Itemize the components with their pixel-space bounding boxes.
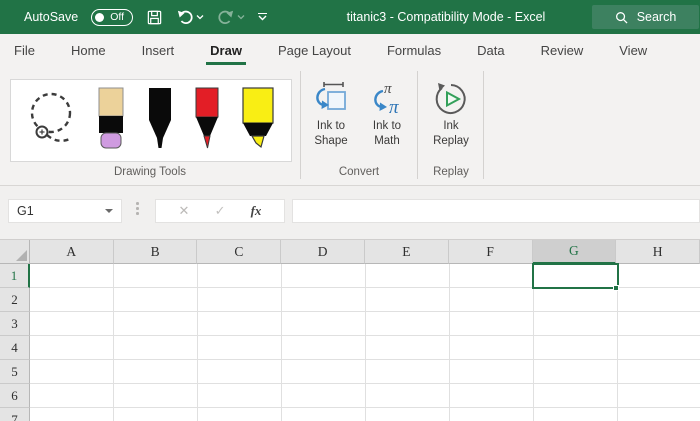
- group-label-drawing-tools: Drawing Tools: [113, 166, 186, 178]
- name-box-dropdown-icon[interactable]: [105, 209, 113, 213]
- ink-replay-icon: [432, 79, 470, 119]
- ribbon: Drawing Tools Ink to Shape π π Ink to Ma…: [0, 66, 700, 186]
- pen-black-icon[interactable]: [145, 84, 175, 158]
- tab-page-layout[interactable]: Page Layout: [278, 34, 351, 66]
- autosave-state: Off: [110, 11, 125, 23]
- pen-red-icon[interactable]: [192, 84, 222, 158]
- grid-row: 6: [0, 384, 700, 408]
- ink-to-shape-icon: [313, 79, 349, 119]
- autosave-toggle[interactable]: Off: [91, 8, 134, 26]
- name-box[interactable]: G1: [8, 199, 122, 223]
- tab-review[interactable]: Review: [541, 34, 584, 66]
- redo-button[interactable]: [217, 9, 245, 25]
- tab-file[interactable]: File: [14, 34, 35, 66]
- name-box-value: G1: [17, 204, 34, 218]
- row-header-4[interactable]: 4: [0, 336, 30, 360]
- column-header-d[interactable]: D: [281, 240, 365, 264]
- column-header-b[interactable]: B: [113, 240, 198, 264]
- worksheet-grid: A B C D E F G H 1 2 3 4 5 6 7: [0, 239, 700, 421]
- cancel-icon[interactable]: ✕: [179, 203, 190, 219]
- column-header-e[interactable]: E: [364, 240, 449, 264]
- tab-draw[interactable]: Draw: [206, 34, 246, 66]
- grid-row: 5: [0, 360, 700, 384]
- column-header-a[interactable]: A: [29, 240, 114, 264]
- save-icon[interactable]: [146, 9, 163, 26]
- select-all-triangle-icon: [15, 250, 27, 261]
- row-cells[interactable]: [30, 288, 700, 312]
- formula-bar: G1 ✕ ✓ fx: [0, 186, 700, 239]
- formula-bar-splitter[interactable]: [136, 202, 139, 215]
- group-label-convert: Convert: [338, 166, 380, 178]
- column-header-f[interactable]: F: [448, 240, 533, 264]
- row-cells[interactable]: [30, 312, 700, 336]
- row-cells[interactable]: [30, 360, 700, 384]
- tab-insert[interactable]: Insert: [142, 34, 175, 66]
- highlighter-yellow-icon[interactable]: [239, 84, 277, 158]
- ink-to-math-button[interactable]: π π Ink to Math: [361, 79, 413, 149]
- svg-text:π: π: [389, 97, 399, 118]
- search-box[interactable]: Search: [592, 5, 699, 29]
- grid-row: 2: [0, 288, 700, 312]
- undo-button[interactable]: [176, 9, 204, 25]
- search-label: Search: [636, 10, 677, 24]
- formula-buttons: ✕ ✓ fx: [155, 199, 285, 223]
- group-label-replay: Replay: [433, 166, 469, 178]
- tab-home[interactable]: Home: [71, 34, 106, 66]
- ribbon-tab-bar: File Home Insert Draw Page Layout Formul…: [0, 34, 700, 66]
- column-header-c[interactable]: C: [197, 240, 282, 264]
- selected-cell-g1[interactable]: [532, 263, 619, 289]
- window-title: titanic3 - Compatibility Mode - Excel: [346, 10, 546, 24]
- row-header-7[interactable]: 7: [0, 408, 30, 421]
- row-header-5[interactable]: 5: [0, 360, 30, 384]
- formula-input[interactable]: [292, 199, 700, 223]
- svg-text:π: π: [384, 81, 392, 97]
- eraser-icon[interactable]: [94, 84, 128, 158]
- drawing-tools-gallery: [10, 79, 292, 162]
- row-cells[interactable]: [30, 384, 700, 408]
- group-convert: Ink to Shape π π Ink to Math Convert: [301, 66, 417, 186]
- grid-row: 4: [0, 336, 700, 360]
- grid-row: 7: [0, 408, 700, 421]
- autosave-label: AutoSave: [24, 10, 79, 24]
- search-icon: [615, 11, 628, 24]
- tab-view[interactable]: View: [619, 34, 647, 66]
- row-cells[interactable]: [30, 408, 700, 421]
- column-header-g[interactable]: G: [532, 240, 617, 264]
- column-header-h[interactable]: H: [616, 240, 700, 264]
- ink-to-math-icon: π π: [369, 79, 405, 119]
- group-drawing-tools: Drawing Tools: [0, 66, 300, 186]
- group-replay: Ink Replay Replay: [418, 66, 484, 186]
- fill-handle[interactable]: [613, 285, 619, 291]
- insert-function-icon[interactable]: fx: [251, 203, 262, 219]
- ink-to-shape-button[interactable]: Ink to Shape: [305, 79, 357, 149]
- row-header-6[interactable]: 6: [0, 384, 30, 408]
- title-bar: AutoSave Off titanic3 - Compatibility Mo…: [0, 0, 700, 34]
- grid-row: 3: [0, 312, 700, 336]
- group-separator: [483, 71, 484, 179]
- lasso-select-icon[interactable]: [25, 84, 77, 158]
- row-header-3[interactable]: 3: [0, 312, 30, 336]
- enter-icon[interactable]: ✓: [215, 203, 226, 219]
- column-headers: A B C D E F G H: [0, 240, 700, 264]
- select-all-button[interactable]: [0, 240, 30, 264]
- row-cells[interactable]: [30, 336, 700, 360]
- row-header-2[interactable]: 2: [0, 288, 30, 312]
- ink-replay-button[interactable]: Ink Replay: [425, 79, 477, 149]
- customize-quick-access-toolbar-icon[interactable]: [258, 13, 268, 21]
- tab-formulas[interactable]: Formulas: [387, 34, 441, 66]
- toggle-knob-icon: [95, 12, 105, 22]
- row-header-1[interactable]: 1: [0, 264, 30, 288]
- tab-data[interactable]: Data: [477, 34, 504, 66]
